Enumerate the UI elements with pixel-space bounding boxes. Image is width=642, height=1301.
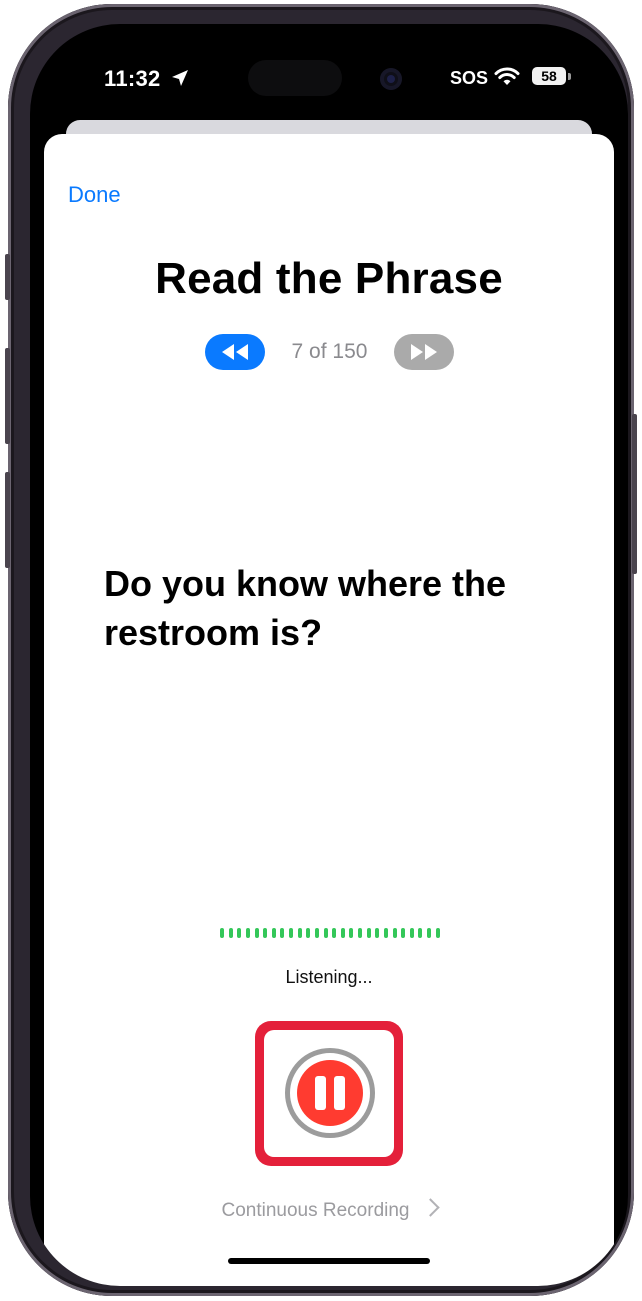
level-bar bbox=[289, 928, 293, 938]
battery-cap bbox=[568, 73, 571, 80]
level-bar bbox=[392, 928, 397, 938]
level-bar bbox=[245, 928, 250, 938]
status-time: 11:32 bbox=[104, 66, 161, 91]
continuous-recording-link[interactable]: Continuous Recording bbox=[44, 1198, 614, 1222]
screen: 11:32 SOS 58 Done Read the Phrase 7 of 1… bbox=[30, 24, 628, 1286]
audio-level-meter bbox=[220, 927, 440, 939]
level-bar bbox=[358, 928, 362, 938]
level-bar bbox=[314, 928, 319, 938]
phrase-navigation: 7 of 150 bbox=[44, 334, 614, 370]
action-button bbox=[5, 254, 10, 300]
record-button-container bbox=[264, 1030, 394, 1157]
level-bar bbox=[323, 928, 328, 938]
level-bar bbox=[263, 928, 268, 938]
wifi-icon bbox=[494, 67, 520, 85]
location-arrow-icon bbox=[172, 70, 188, 86]
phrase-counter: 7 of 150 bbox=[291, 340, 368, 363]
level-bar bbox=[401, 928, 406, 938]
volume-down-button bbox=[5, 472, 10, 568]
dynamic-island bbox=[248, 60, 342, 96]
battery-level: 58 bbox=[532, 67, 566, 85]
level-bar bbox=[306, 928, 311, 938]
level-bar bbox=[237, 928, 242, 938]
level-bar bbox=[280, 928, 285, 938]
pause-icon bbox=[315, 1076, 345, 1110]
level-bar bbox=[383, 928, 388, 938]
level-bar bbox=[297, 928, 302, 938]
front-camera bbox=[380, 68, 402, 90]
level-bar bbox=[271, 928, 276, 938]
phone-frame: 11:32 SOS 58 Done Read the Phrase 7 of 1… bbox=[5, 4, 637, 1296]
modal-sheet: Done Read the Phrase 7 of 150 Do you kno… bbox=[44, 134, 614, 1286]
continuous-recording-label: Continuous Recording bbox=[221, 1200, 410, 1221]
level-bar bbox=[332, 928, 337, 938]
record-button-highlight bbox=[255, 1021, 403, 1166]
previous-phrase-button[interactable] bbox=[205, 334, 265, 370]
level-bar bbox=[254, 928, 259, 938]
rewind-icon bbox=[222, 344, 248, 360]
power-button bbox=[632, 414, 637, 574]
level-bar bbox=[435, 928, 440, 938]
level-bar bbox=[409, 928, 414, 938]
phrase-text: Do you know where the restroom is? bbox=[104, 563, 507, 653]
record-button-fill bbox=[297, 1060, 363, 1126]
level-bar bbox=[366, 928, 371, 938]
page-title: Read the Phrase bbox=[155, 254, 503, 303]
status-bar: 11:32 SOS 58 bbox=[30, 24, 628, 124]
level-bar bbox=[427, 928, 431, 938]
home-indicator bbox=[228, 1258, 430, 1264]
level-bar bbox=[375, 928, 380, 938]
listening-status: Listening... bbox=[285, 967, 373, 987]
carrier-label: SOS bbox=[450, 68, 489, 88]
level-bar bbox=[340, 928, 345, 938]
level-bar bbox=[220, 928, 224, 938]
level-bar bbox=[349, 928, 354, 938]
volume-up-button bbox=[5, 348, 10, 444]
chevron-right-icon bbox=[420, 1198, 440, 1217]
pause-recording-button[interactable] bbox=[285, 1048, 375, 1138]
next-phrase-button[interactable] bbox=[394, 334, 454, 370]
level-bar bbox=[418, 928, 423, 938]
level-bar bbox=[228, 928, 233, 938]
done-button[interactable]: Done bbox=[68, 182, 121, 208]
fast-forward-icon bbox=[411, 344, 437, 360]
